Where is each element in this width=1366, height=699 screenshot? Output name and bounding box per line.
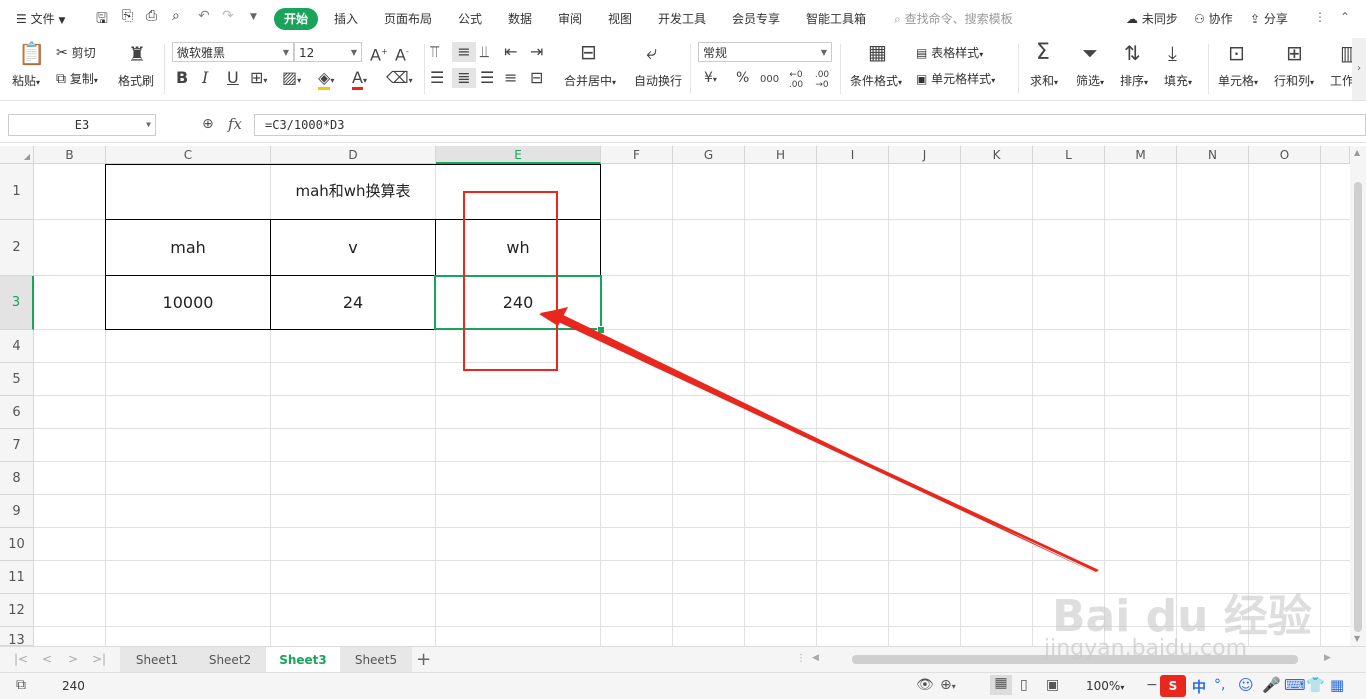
zoom-out-icon[interactable]: −	[1146, 677, 1158, 693]
scroll-right-icon[interactable]: ▶	[1324, 653, 1331, 663]
eye-protection-icon[interactable]: 👁	[916, 677, 934, 693]
sogou-ime-icon[interactable]: S	[1160, 675, 1186, 697]
watermark-url: jingyan.baidu.com	[1044, 636, 1248, 661]
status-bar: ⧉ 240 👁 ⊕▾ ▦ ▯ ▣ 100%▾ − S 中 °, ☺ 🎤 ⌨ 👕 …	[0, 672, 1366, 699]
prev-sheet-icon[interactable]: <	[42, 652, 52, 666]
watermark-logo: Bai du 经验	[1052, 591, 1312, 642]
sheet-tab-sheet3[interactable]: Sheet3	[266, 647, 340, 673]
next-sheet-icon[interactable]: >	[68, 652, 78, 666]
first-sheet-icon[interactable]: |<	[14, 652, 28, 666]
sheet-tab-sheet5[interactable]: Sheet5	[340, 647, 412, 673]
hscroll-split-icon[interactable]: ⋮	[796, 653, 806, 664]
status-cell-value: 240	[62, 679, 85, 693]
ime-language[interactable]: 中	[1192, 677, 1206, 697]
scroll-left-icon[interactable]: ◀	[812, 653, 819, 663]
page-break-view-icon[interactable]: ▣	[1046, 677, 1059, 693]
annotation-arrow-shaft	[552, 311, 1097, 574]
view-mode-icon[interactable]: ⊕▾	[940, 677, 956, 693]
ime-keyboard-icon[interactable]: ⌨	[1284, 676, 1306, 694]
ime-punctuation-icon[interactable]: °,	[1214, 677, 1225, 693]
normal-view-icon[interactable]: ▦	[990, 675, 1012, 695]
page-layout-view-icon[interactable]: ▯	[1020, 677, 1028, 693]
ime-skin-icon[interactable]: 👕	[1306, 676, 1325, 694]
sheet-tab-sheet1[interactable]: Sheet1	[120, 647, 194, 673]
annotation-box	[463, 191, 558, 371]
ime-emoji-icon[interactable]: ☺	[1238, 676, 1254, 694]
ime-toolbox-icon[interactable]: ▦	[1330, 676, 1344, 694]
ime-voice-icon[interactable]: 🎤	[1262, 676, 1281, 694]
macro-record-icon[interactable]: ⧉	[16, 677, 26, 693]
add-sheet-icon[interactable]: +	[416, 649, 431, 670]
sheet-tab-sheet2[interactable]: Sheet2	[194, 647, 266, 673]
zoom-level[interactable]: 100%▾	[1086, 679, 1124, 693]
last-sheet-icon[interactable]: >|	[92, 652, 106, 666]
